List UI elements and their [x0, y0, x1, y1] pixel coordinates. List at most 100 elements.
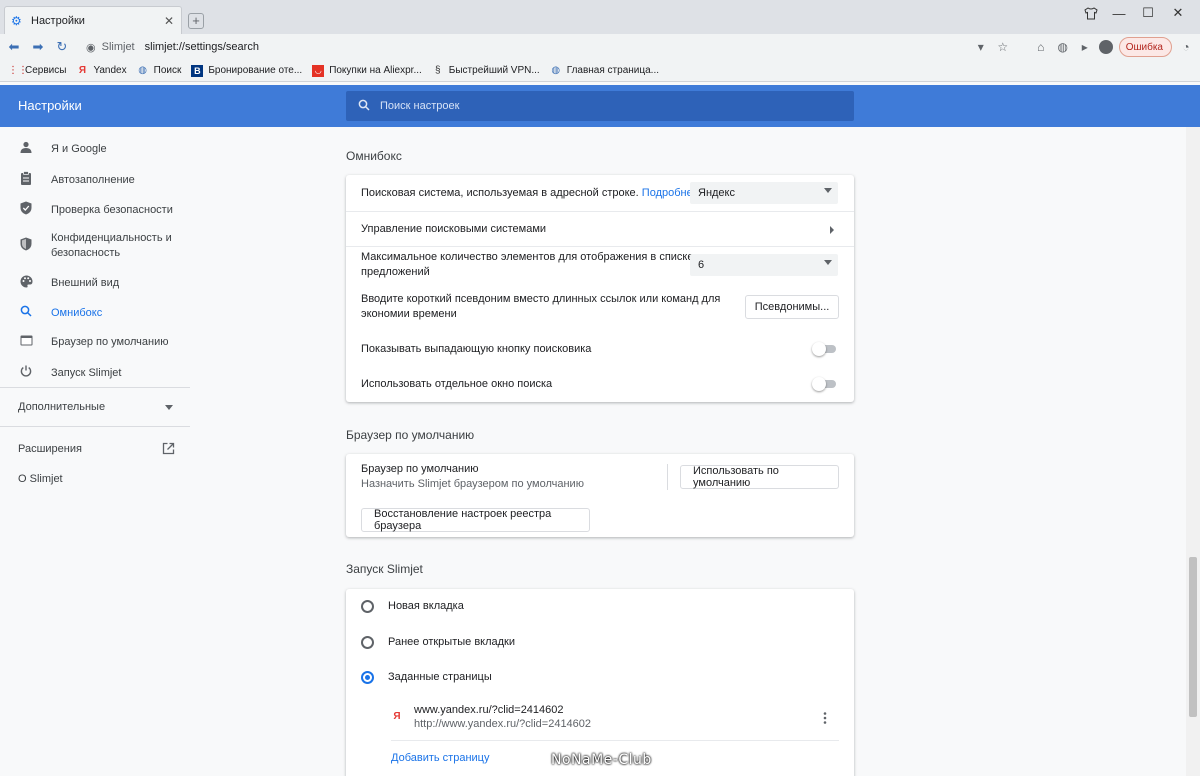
- sidebar-item-omnibox[interactable]: Омнибокс: [18, 305, 102, 320]
- bookmark-item[interactable]: Я Yandex: [76, 65, 127, 77]
- scrollbar[interactable]: [1186, 127, 1200, 776]
- radio-label: Новая вкладка: [388, 600, 464, 612]
- bookmark-label: Поиск: [153, 65, 182, 76]
- omnibox-card: Поисковая система, используемая в адресн…: [346, 175, 854, 402]
- yandex-icon: Я: [393, 711, 401, 722]
- menu-icon[interactable]: ◔: [1178, 40, 1194, 54]
- sidebar-item-you-and-google[interactable]: Я и Google: [18, 141, 107, 156]
- chevron-right-icon[interactable]: [830, 226, 834, 234]
- extension-icon[interactable]: ◍: [1055, 40, 1071, 54]
- bookmark-label: Быстрейший VPN...: [448, 65, 540, 76]
- scrollbar-thumb[interactable]: [1189, 557, 1197, 717]
- startup-page-url: http://www.yandex.ru/?clid=2414602: [414, 718, 592, 730]
- manage-search-engines[interactable]: Управление поисковыми системами: [361, 222, 546, 237]
- site-label: Slimjet: [101, 41, 135, 53]
- radio-label: Ранее открытые вкладки: [388, 636, 516, 648]
- radio-new-tab[interactable]: [361, 600, 374, 613]
- back-button[interactable]: ⬅: [4, 37, 24, 57]
- chevron-right-icon[interactable]: ▸: [1077, 40, 1093, 54]
- bookmark-item[interactable]: ⋮⋮ Сервисы: [8, 65, 66, 77]
- avatar[interactable]: [1098, 40, 1113, 54]
- separate-window-toggle[interactable]: [812, 377, 836, 391]
- bookmark-label: Бронирование оте...: [208, 65, 303, 76]
- separate-window-label: Использовать отдельное окно поиска: [361, 378, 553, 390]
- sidebar-item-label: Внешний вид: [51, 277, 120, 289]
- search-icon: [358, 99, 370, 114]
- page-title: Настройки: [18, 98, 82, 113]
- section-title-default-browser: Браузер по умолчанию: [346, 428, 475, 442]
- sidebar-item-label: Омнибокс: [51, 306, 103, 319]
- bookmark-item[interactable]: ◍ Поиск: [137, 65, 182, 77]
- star-icon[interactable]: ☆: [995, 40, 1011, 54]
- divider: [391, 740, 839, 741]
- maximize-button[interactable]: ☐: [1133, 0, 1163, 26]
- sidebar-item-label: Конфиденциальность и безопасность: [51, 232, 172, 259]
- sidebar-about[interactable]: О Slimjet: [18, 473, 63, 485]
- search-icon: [18, 305, 34, 320]
- shield-icon: [18, 237, 34, 254]
- minimize-button[interactable]: —: [1104, 0, 1134, 26]
- max-suggestions-select[interactable]: 6: [690, 254, 838, 276]
- restore-registry-button[interactable]: Восстановление настроек реестра браузера: [361, 508, 590, 532]
- bookmark-label: Yandex: [93, 65, 127, 76]
- engine-dropdown-label: Показывать выпадающую кнопку поисковика: [361, 343, 592, 355]
- more-vert-icon[interactable]: [823, 712, 827, 724]
- sidebar-item-safety-check[interactable]: Проверка безопасности: [18, 201, 173, 218]
- sidebar-item-label: Я и Google: [51, 142, 107, 155]
- home-icon[interactable]: ⌂: [1033, 40, 1049, 54]
- radio-previous-tabs[interactable]: [361, 636, 374, 649]
- palette-icon: [18, 275, 34, 291]
- aliases-button[interactable]: Псевдонимы...: [745, 295, 839, 319]
- sidebar-item-startup[interactable]: Запуск Slimjet: [18, 365, 121, 380]
- sidebar-item-privacy[interactable]: Конфиденциальность и безопасность: [18, 231, 176, 261]
- address-input[interactable]: slimjet://settings/search: [145, 41, 259, 53]
- close-window-button[interactable]: ✕: [1163, 0, 1193, 26]
- sidebar-item-label: Запуск Slimjet: [51, 366, 122, 379]
- bookmark-label: Сервисы: [25, 65, 67, 76]
- settings-header: Настройки: [0, 85, 1200, 127]
- bookmark-label: Покупки на Aliexpr...: [329, 65, 422, 76]
- close-icon[interactable]: ✕: [163, 14, 175, 28]
- search-input[interactable]: [380, 100, 780, 112]
- apps-grid-icon: ⋮⋮: [8, 64, 28, 76]
- chevron-down-icon: [824, 188, 832, 193]
- globe-icon: ◍: [551, 64, 561, 76]
- search-engine-select[interactable]: Яндекс: [690, 182, 838, 204]
- dropdown-icon[interactable]: ▾: [973, 40, 989, 54]
- settings-search[interactable]: [346, 91, 854, 121]
- forward-button[interactable]: ➡: [28, 37, 48, 57]
- bookmark-item[interactable]: B Бронирование оте...: [191, 64, 303, 77]
- search-engine-label: Поисковая система, используемая в адресн…: [361, 186, 699, 201]
- shirt-icon[interactable]: [1076, 0, 1106, 26]
- divider: [0, 387, 190, 388]
- address-toolbar: ⬅ ➡ ↻ ◉ Slimjet slimjet://settings/searc…: [0, 34, 1200, 60]
- aliases-line: Вводите короткий псевдоним вместо длинны…: [361, 293, 721, 305]
- bookmarks-bar: ⋮⋮ Сервисы Я Yandex ◍ Поиск B Бронирование о…: [0, 60, 1200, 82]
- bookmark-item[interactable]: § Быстрейший VPN...: [432, 65, 540, 77]
- aliases-label: Вводите короткий псевдоним вместо длинны…: [361, 292, 720, 322]
- browser-icon: [18, 335, 34, 349]
- tab-title: Настройки: [31, 14, 85, 27]
- engine-dropdown-toggle[interactable]: [812, 342, 836, 356]
- site-info-icon[interactable]: ◉: [86, 41, 96, 54]
- new-tab-button[interactable]: +: [188, 13, 204, 29]
- section-title-omnibox: Омнибокс: [346, 149, 402, 163]
- person-icon: [18, 141, 34, 156]
- sidebar-advanced[interactable]: Дополнительные: [18, 401, 173, 413]
- radio-specific-pages[interactable]: [361, 671, 374, 684]
- add-page-link[interactable]: Добавить страницу: [391, 751, 489, 766]
- sidebar-item-label: Браузер по умолчанию: [51, 336, 169, 348]
- make-default-button[interactable]: Использовать по умолчанию: [680, 465, 839, 489]
- sidebar-item-default-browser[interactable]: Браузер по умолчанию: [18, 335, 168, 349]
- sidebar-extensions[interactable]: Расширения: [18, 442, 175, 455]
- error-badge[interactable]: Ошибка: [1118, 37, 1172, 57]
- sidebar-item-appearance[interactable]: Внешний вид: [18, 275, 119, 291]
- default-browser-label: Браузер по умолчанию: [361, 463, 479, 475]
- sidebar-item-autofill[interactable]: Автозаполнение: [18, 171, 135, 188]
- aliases-line: экономии времени: [361, 308, 457, 320]
- bookmark-item[interactable]: ◍ Главная страница...: [550, 65, 659, 77]
- bookmark-item[interactable]: ◡ Покупки на Aliexpr...: [312, 64, 422, 77]
- tab-settings[interactable]: ⚙ Настройки ✕: [4, 6, 182, 34]
- reload-button[interactable]: ↻: [52, 37, 72, 57]
- max-suggestions-line: Максимальное количество элементов для от…: [361, 251, 694, 263]
